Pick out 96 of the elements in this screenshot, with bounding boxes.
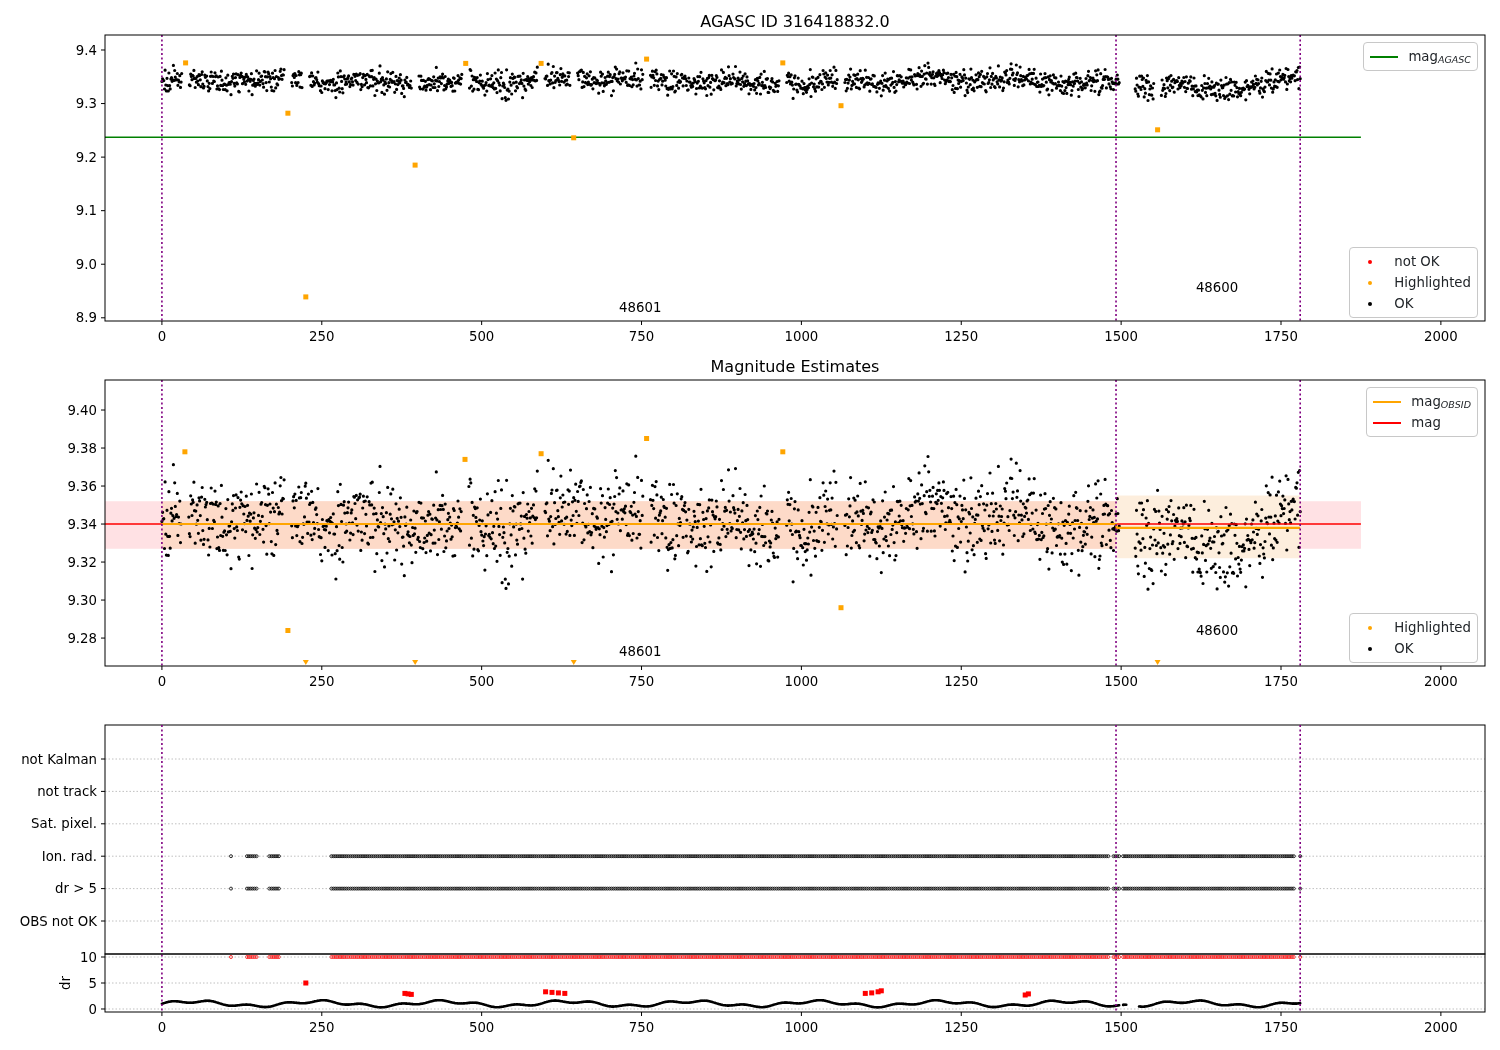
x-tick-label: 1000	[784, 674, 819, 689]
x-tick-label: 0	[157, 329, 167, 344]
obsid-label: 48600	[1195, 280, 1239, 296]
y-tick-label: 9.4	[75, 42, 97, 58]
data-point	[412, 162, 418, 168]
x-tick-label: 1750	[1264, 674, 1298, 689]
y-tick-label: 9.3	[75, 96, 97, 112]
data-point	[838, 103, 844, 109]
x-tick-label: 1000	[784, 1020, 819, 1035]
obsid-label: 48600	[1195, 623, 1239, 639]
x-tick-label: 2000	[1423, 674, 1458, 689]
x-tick-label: 1250	[944, 329, 979, 344]
y-tick-label: 9.2	[75, 149, 97, 165]
x-tick-label: 2000	[1423, 1020, 1458, 1035]
data-point	[463, 60, 469, 66]
y-tick-label: 8.9	[75, 310, 97, 326]
x-tick-label: 500	[468, 329, 495, 344]
x-tick-label: 1500	[1104, 1020, 1139, 1035]
x-tick-label: 1750	[1264, 1020, 1298, 1035]
data-point	[644, 436, 650, 441]
legend-label: OK	[1394, 295, 1414, 313]
data-point	[838, 605, 844, 611]
data-point	[571, 135, 577, 141]
y-tick-label: 9.32	[67, 554, 97, 570]
x-tick-label: 500	[468, 674, 495, 689]
y-tick-label: 9.1	[75, 203, 97, 219]
x-tick-label: 250	[309, 329, 335, 344]
y-axis-label: dr	[58, 976, 73, 990]
dot-cluster-drawing	[785, 65, 839, 100]
y-tick-label: dr > 5	[55, 881, 97, 897]
data-point	[303, 294, 309, 300]
data-point	[538, 451, 544, 457]
x-tick-label: 2000	[1423, 329, 1458, 344]
data-point	[780, 60, 786, 66]
legend-label: mag$_{AGASC}$	[1408, 48, 1471, 67]
dot-cluster-drawing	[543, 62, 572, 90]
out-of-range-marker	[570, 660, 577, 665]
x-tick-label: 500	[468, 1020, 495, 1035]
y-tick-label: 9.30	[67, 592, 97, 608]
data-point	[462, 456, 468, 462]
x-tick-label: 750	[628, 1020, 655, 1035]
x-tick-label: 1250	[944, 674, 979, 689]
y-tick-label: 9.36	[67, 478, 97, 494]
data-point	[780, 449, 786, 455]
x-tick-label: 1250	[944, 1020, 979, 1035]
x-tick-label: 1500	[1104, 674, 1139, 689]
x-tick-label: 0	[157, 1020, 167, 1035]
x-tick-label: 1750	[1264, 329, 1298, 344]
data-point	[182, 449, 188, 455]
y-tick-label: OBS not OK	[19, 913, 97, 929]
y-tick-label: 5	[88, 975, 97, 991]
x-tick-label: 250	[309, 1020, 335, 1035]
data-point	[285, 628, 291, 633]
y-tick-label: 9.0	[75, 256, 97, 272]
chart-title: Magnitude Estimates	[710, 357, 880, 376]
obsid-label: 48601	[619, 644, 662, 660]
y-tick-label: 9.28	[67, 630, 97, 646]
y-tick-label: not track	[37, 784, 97, 799]
x-tick-label: 250	[309, 674, 335, 689]
data-point	[303, 980, 309, 986]
data-point	[285, 110, 291, 116]
x-tick-label: 1000	[784, 329, 819, 344]
x-tick-label: 1500	[1104, 329, 1139, 344]
dot-cluster-drawing	[290, 70, 304, 90]
y-tick-label: 9.38	[67, 440, 97, 456]
y-tick-label: not Kalman	[21, 751, 97, 767]
dot-cluster-drawing	[467, 65, 539, 102]
x-tick-label: 750	[628, 674, 655, 689]
dot-cluster-drawing	[160, 63, 184, 93]
y-tick-label: 9.34	[67, 516, 97, 532]
x-tick-label: 0	[157, 674, 167, 689]
y-tick-label: 0	[88, 1001, 97, 1017]
legend-label: Highlighted	[1394, 619, 1471, 637]
x-tick-label: 750	[628, 329, 655, 344]
out-of-range-marker	[412, 660, 419, 665]
data-point	[1155, 127, 1161, 133]
y-tick-label: Sat. pixel.	[31, 816, 97, 832]
data-point	[644, 56, 650, 62]
y-tick-label: Ion. rad.	[41, 848, 97, 864]
y-tick-label: 9.40	[67, 402, 97, 418]
data-point	[538, 60, 544, 66]
y-axis-ticks	[100, 956, 106, 1010]
dot-cluster-drawing	[576, 61, 645, 98]
dot-cluster-drawing	[417, 65, 464, 93]
data-point	[183, 60, 189, 66]
legend-label: mag$_{OBSID}$	[1411, 393, 1471, 412]
y-tick-label: 10	[80, 949, 97, 965]
legend-label: not OK	[1394, 253, 1440, 271]
out-of-range-marker	[1154, 660, 1161, 665]
dot-cluster-drawing	[1133, 74, 1156, 103]
legend-label: Highlighted	[1394, 274, 1471, 292]
legend-label: OK	[1394, 640, 1414, 658]
obsid-label: 48601	[619, 300, 662, 316]
out-of-range-marker	[302, 660, 309, 665]
legend-label: mag	[1411, 414, 1441, 432]
chart-title: AGASC ID 316418832.0	[700, 12, 890, 31]
